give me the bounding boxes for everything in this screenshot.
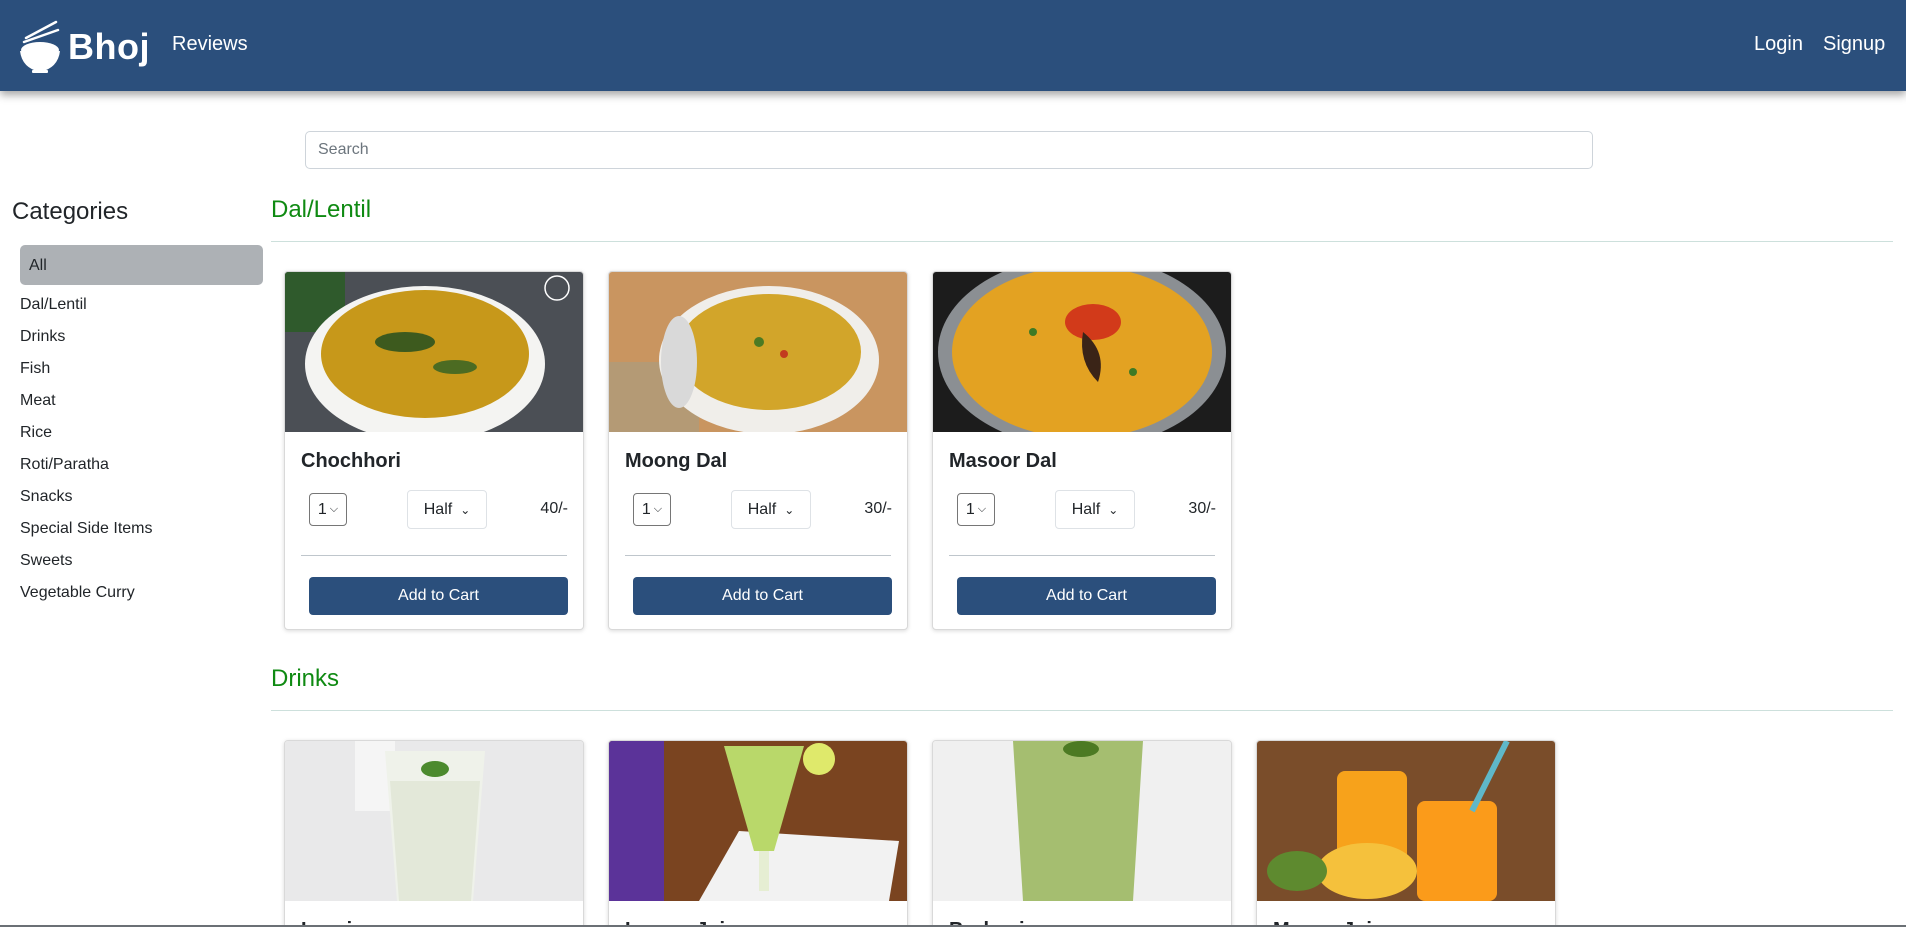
category-item-snacks[interactable]: Snacks	[20, 485, 153, 517]
signup-link[interactable]: Signup	[1823, 33, 1885, 56]
food-card-lassi: Lassi	[284, 740, 584, 927]
food-image	[285, 741, 583, 901]
category-item-rice[interactable]: Rice	[20, 421, 153, 453]
food-image	[285, 272, 583, 432]
chevron-down-icon: ⌄	[1108, 502, 1119, 517]
category-item-roti-paratha[interactable]: Roti/Paratha	[20, 453, 153, 485]
category-item-fish[interactable]: Fish	[20, 357, 153, 389]
quantity-select[interactable]: 1 ⌵	[633, 493, 671, 526]
chevron-down-icon: ⌵	[653, 503, 663, 515]
category-item-special-side-items[interactable]: Special Side Items	[20, 517, 153, 549]
food-card-borhani: Borhani	[932, 740, 1232, 927]
add-to-cart-button[interactable]: Add to Cart	[957, 577, 1216, 615]
quantity-value: 1	[641, 500, 651, 518]
food-image	[1257, 741, 1555, 901]
food-image	[933, 272, 1231, 432]
category-all-label: All	[29, 257, 47, 274]
category-all[interactable]: All	[20, 245, 263, 285]
chevron-down-icon: ⌄	[460, 502, 471, 517]
portion-value: Half	[747, 500, 777, 518]
food-card-lemon-juice: Lemon Juice	[608, 740, 908, 927]
quantity-select[interactable]: 1 ⌵	[957, 493, 995, 526]
quantity-value: 1	[317, 500, 327, 518]
section-divider	[271, 241, 1893, 242]
category-list: Dal/Lentil Drinks Fish Meat Rice Roti/Pa…	[20, 293, 153, 613]
card-divider	[949, 555, 1215, 556]
category-item-dal-lentil[interactable]: Dal/Lentil	[20, 293, 153, 325]
portion-select[interactable]: Half ⌄	[731, 490, 811, 529]
price: 40/-	[540, 500, 568, 517]
reviews-link[interactable]: Reviews	[172, 33, 248, 56]
login-link[interactable]: Login	[1754, 33, 1803, 56]
search-input[interactable]	[305, 131, 1593, 169]
brand-link[interactable]: Bhoj	[18, 20, 150, 74]
card-divider	[625, 555, 891, 556]
portion-select[interactable]: Half ⌄	[407, 490, 487, 529]
food-card-moong-dal: Moong Dal 1 ⌵ Half ⌄ 30/- Add to Cart	[608, 271, 908, 630]
quantity-select[interactable]: 1 ⌵	[309, 493, 347, 526]
categories-heading: Categories	[12, 198, 129, 225]
food-image	[933, 741, 1231, 901]
portion-value: Half	[1071, 500, 1101, 518]
price: 30/-	[864, 500, 892, 517]
food-card-chochhori: Chochhori 1 ⌵ Half ⌄ 40/- Add to Cart	[284, 271, 584, 630]
section-title-drinks: Drinks	[271, 665, 340, 692]
category-item-sweets[interactable]: Sweets	[20, 549, 153, 581]
section-title-dal-lentil: Dal/Lentil	[271, 196, 372, 223]
category-item-drinks[interactable]: Drinks	[20, 325, 153, 357]
food-name: Moong Dal	[625, 450, 728, 472]
section-divider	[271, 710, 1893, 711]
food-name: Masoor Dal	[949, 450, 1057, 472]
category-item-vegetable-curry[interactable]: Vegetable Curry	[20, 581, 153, 613]
food-image	[609, 741, 907, 901]
chevron-down-icon: ⌄	[784, 502, 795, 517]
portion-select[interactable]: Half ⌄	[1055, 490, 1135, 529]
rice-bowl-icon	[20, 20, 60, 73]
food-card-masoor-dal: Masoor Dal 1 ⌵ Half ⌄ 30/- Add to Cart	[932, 271, 1232, 630]
brand-name: Bhoj	[68, 26, 150, 67]
chevron-down-icon: ⌵	[329, 503, 339, 515]
food-card-mango-juice: Mango Juice	[1256, 740, 1556, 927]
food-image	[609, 272, 907, 432]
add-to-cart-button[interactable]: Add to Cart	[633, 577, 892, 615]
category-item-meat[interactable]: Meat	[20, 389, 153, 421]
portion-value: Half	[423, 500, 453, 518]
quantity-value: 1	[965, 500, 975, 518]
price: 30/-	[1188, 500, 1216, 517]
food-name: Chochhori	[301, 450, 401, 472]
add-to-cart-button[interactable]: Add to Cart	[309, 577, 568, 615]
navbar: Bhoj Reviews Login Signup	[0, 0, 1906, 91]
card-divider	[301, 555, 567, 556]
chevron-down-icon: ⌵	[977, 503, 987, 515]
